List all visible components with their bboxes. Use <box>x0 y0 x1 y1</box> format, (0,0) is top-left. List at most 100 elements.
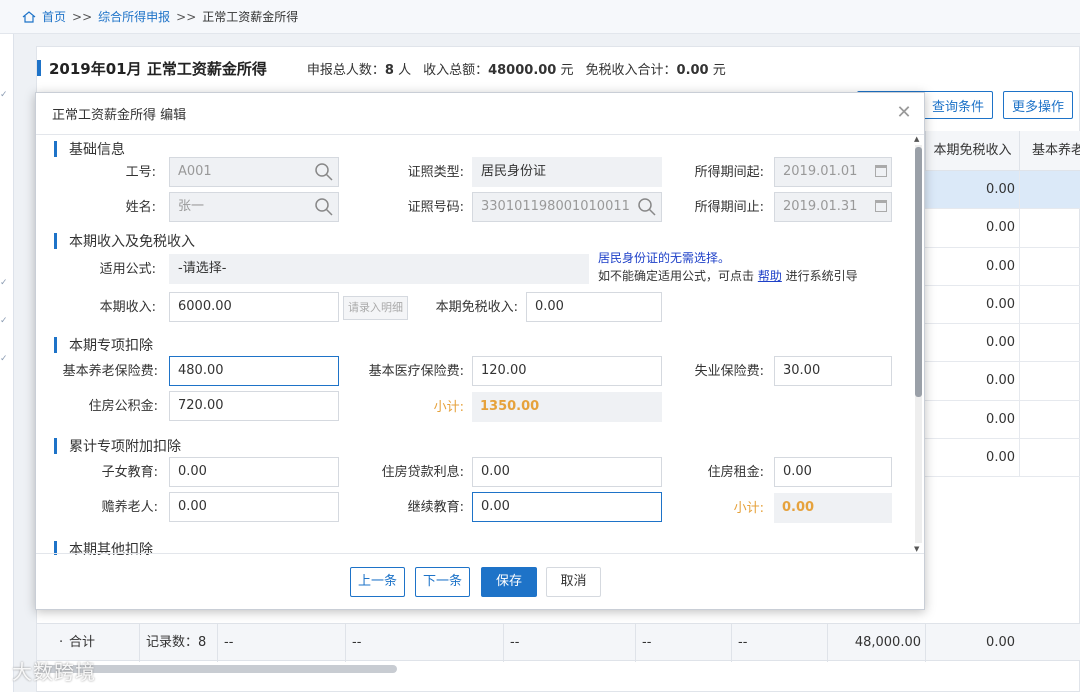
housing-rent-field[interactable]: 0.00 <box>774 457 892 487</box>
grid-footer-total: · 合计 记录数：8 -- -- -- -- -- 48,000.00 0.00 <box>37 623 1080 662</box>
cell-taxfree: 0.00 <box>986 296 1015 312</box>
child-edu-label: 子女教育: <box>101 465 158 480</box>
additional-subtotal-label: 小计: <box>733 501 764 516</box>
title-accent <box>37 60 41 76</box>
id-type-label: 证照类型: <box>407 165 464 180</box>
breadcrumb-separator: >> <box>72 9 93 24</box>
page-title: 2019年01月 正常工资薪金所得 <box>49 59 267 78</box>
cell-taxfree: 0.00 <box>986 258 1015 274</box>
dialog-header: 正常工资薪金所得 编辑 ✕ <box>36 93 924 135</box>
footer-dash: -- <box>345 624 361 662</box>
footer-dash: -- <box>635 624 651 662</box>
edit-dialog: 正常工资薪金所得 编辑 ✕ 基础信息 工号: A001 证照类型: 居民身份证 … <box>35 92 925 610</box>
additional-subtotal-value: 0.00 <box>774 493 892 523</box>
footer-record-count: 记录数：8 <box>139 624 206 662</box>
search-icon[interactable] <box>314 162 334 182</box>
continuing-edu-field[interactable]: 0.00 <box>472 492 662 522</box>
breadcrumb-level2-link[interactable]: 综合所得申报 <box>98 8 170 25</box>
cell-taxfree: 0.00 <box>986 450 1015 466</box>
breadcrumb-separator: >> <box>176 9 197 24</box>
medical-field[interactable]: 120.00 <box>472 356 662 386</box>
cancel-button[interactable]: 取消 <box>546 567 601 597</box>
housing-fund-label: 住房公积金: <box>88 399 158 414</box>
dialog-title: 正常工资薪金所得 编辑 <box>52 108 187 123</box>
housing-fund-field[interactable]: 720.00 <box>169 391 339 421</box>
sidebar-chevron-icon[interactable]: ✓ <box>0 278 8 288</box>
scroll-down-icon[interactable]: ▼ <box>914 545 919 553</box>
more-actions-button[interactable]: 更多操作 <box>1002 91 1073 119</box>
help-link[interactable]: 帮助 <box>758 269 782 283</box>
unemployment-field[interactable]: 30.00 <box>774 356 892 386</box>
calendar-icon[interactable] <box>875 165 887 177</box>
period-start-field[interactable]: 2019.01.01 <box>774 157 892 187</box>
housing-rent-label: 住房租金: <box>707 465 764 480</box>
watermark: 大数跨境 <box>12 660 96 684</box>
name-field[interactable]: 张一 <box>169 192 339 222</box>
footer-dash: -- <box>731 624 747 662</box>
elder-support-field[interactable]: 0.00 <box>169 492 339 522</box>
formula-select[interactable]: -请选择- <box>169 254 589 284</box>
save-button[interactable]: 保存 <box>481 567 537 597</box>
prev-record-button[interactable]: 上一条 <box>350 567 405 597</box>
summary-stats: 申报总人数：8 人 收入总额：48000.00 元 免税收入合计：0.00 元 <box>307 59 726 78</box>
income-total: 收入总额：48000.00 元 <box>423 62 574 78</box>
footer-income-total: 48,000.00 <box>827 624 925 662</box>
sidebar-chevron-icon[interactable]: ✓ <box>0 90 8 100</box>
id-no-label: 证照号码: <box>407 200 464 215</box>
pension-field[interactable]: 480.00 <box>169 356 339 386</box>
id-type-field[interactable]: 居民身份证 <box>472 157 662 187</box>
emp-no-label: 工号: <box>125 165 156 180</box>
special-subtotal-label: 小计: <box>433 400 464 415</box>
section-additional-deduction: 累计专项附加扣除 <box>54 436 181 456</box>
detail-entry-button[interactable]: 请录入明细 <box>343 296 408 320</box>
sidebar-chevron-icon[interactable]: ✓ <box>0 354 8 364</box>
cell-taxfree: 0.00 <box>986 335 1015 351</box>
name-label: 姓名: <box>125 200 156 215</box>
income-label: 本期收入: <box>99 300 156 315</box>
search-icon[interactable] <box>314 197 334 217</box>
dialog-body: 基础信息 工号: A001 证照类型: 居民身份证 所得期间起: 2019.01… <box>36 135 912 555</box>
next-record-button[interactable]: 下一条 <box>415 567 470 597</box>
period-end-field[interactable]: 2019.01.31 <box>774 192 892 222</box>
breadcrumb: 首页 >> 综合所得申报 >> 正常工资薪金所得 <box>0 0 1080 34</box>
page-title-bar: 2019年01月 正常工资薪金所得 申报总人数：8 人 收入总额：48000.0… <box>37 57 726 79</box>
breadcrumb-home-link[interactable]: 首页 <box>42 8 66 25</box>
dialog-vertical-scrollbar[interactable]: ▲ ▼ <box>912 135 924 555</box>
period-end-label: 所得期间止: <box>694 200 764 215</box>
cell-taxfree: 0.00 <box>986 373 1015 389</box>
calendar-icon[interactable] <box>875 200 887 212</box>
scroll-thumb[interactable] <box>915 147 922 397</box>
scroll-up-icon[interactable]: ▲ <box>914 135 919 143</box>
section-basic-info: 基础信息 <box>54 139 125 159</box>
continuing-edu-label: 继续教育: <box>407 500 464 515</box>
unemployment-label: 失业保险费: <box>694 364 764 379</box>
footer-taxfree-total: 0.00 <box>925 624 1015 662</box>
sidebar-strip: ✓ ✓ ✓ ✓ <box>0 34 14 692</box>
close-icon[interactable]: ✕ <box>894 103 914 123</box>
formula-hint: 居民身份证的无需选择。 如不能确定适用公式，可点击 帮助 进行系统引导 <box>598 251 858 283</box>
dialog-footer: 上一条 下一条 保存 取消 <box>36 553 924 609</box>
medical-label: 基本医疗保险费: <box>368 364 464 379</box>
id-no-field[interactable]: 330101198001010011 <box>472 192 662 222</box>
taxfree-total: 免税收入合计：0.00 元 <box>585 62 726 78</box>
housing-loan-field[interactable]: 0.00 <box>472 457 662 487</box>
home-icon <box>22 10 36 23</box>
child-edu-field[interactable]: 0.00 <box>169 457 339 487</box>
period-start-label: 所得期间起: <box>694 165 764 180</box>
income-field[interactable]: 6000.00 <box>169 292 339 322</box>
pension-label: 基本养老保险费: <box>62 364 158 379</box>
emp-no-field[interactable]: A001 <box>169 157 339 187</box>
search-icon[interactable] <box>637 197 657 217</box>
section-special-deduction: 本期专项扣除 <box>54 335 153 355</box>
footer-dash: -- <box>217 624 233 662</box>
footer-dash: -- <box>503 624 519 662</box>
formula-label: 适用公式: <box>99 262 156 277</box>
special-subtotal-value: 1350.00 <box>472 392 662 422</box>
col-taxfree-income[interactable]: 本期免税收入 <box>925 131 1019 171</box>
taxfree-field[interactable]: 0.00 <box>526 292 662 322</box>
cell-taxfree: 0.00 <box>986 220 1015 236</box>
taxfree-label: 本期免税收入: <box>435 300 518 315</box>
col-pension[interactable]: 基本养老 <box>1019 131 1080 171</box>
sidebar-chevron-icon[interactable]: ✓ <box>0 316 8 326</box>
people-count: 申报总人数：8 人 <box>306 62 412 78</box>
